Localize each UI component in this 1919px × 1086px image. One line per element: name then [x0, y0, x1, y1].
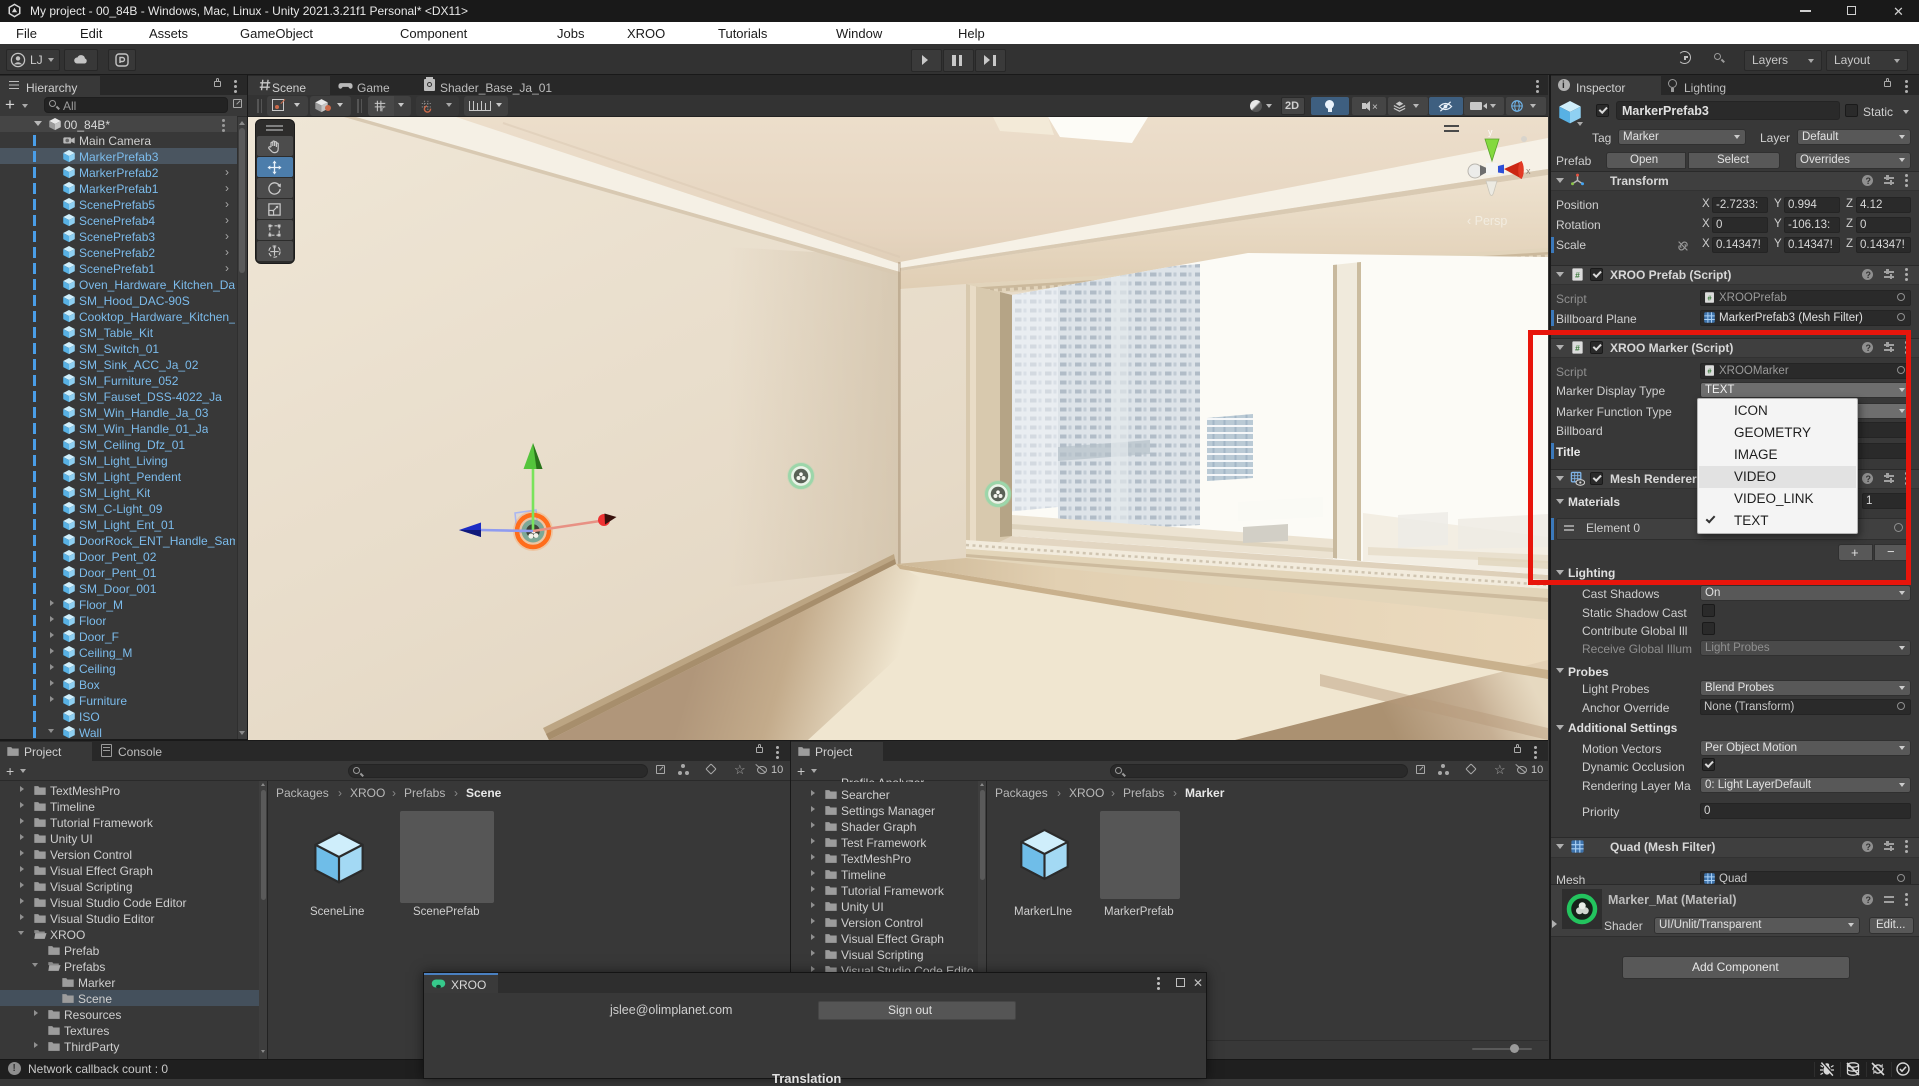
svg-text:Y: Y [380, 106, 384, 113]
svg-text:x: x [1526, 166, 1531, 176]
svg-text:y: y [1488, 127, 1493, 137]
svg-text:‹ Persp: ‹ Persp [1467, 214, 1507, 228]
